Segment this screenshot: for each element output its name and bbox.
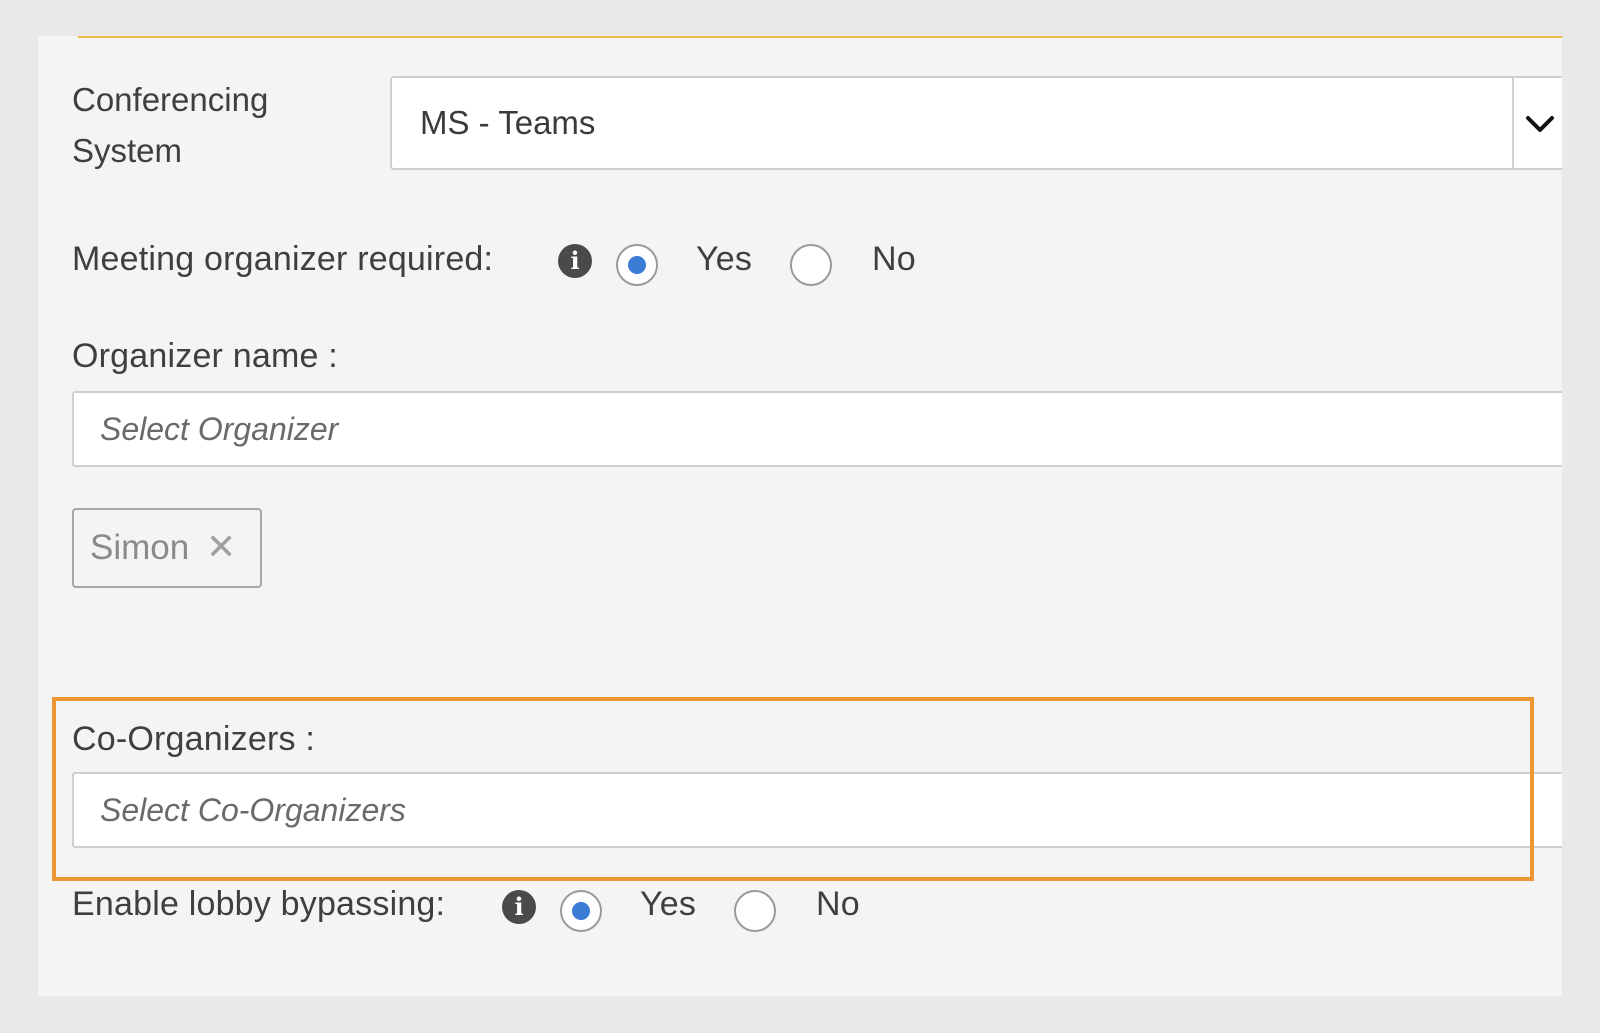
- meeting-organizer-yes-radio[interactable]: [616, 244, 658, 286]
- organizer-chip-simon: Simon ✕: [72, 508, 262, 588]
- select-divider: [1512, 78, 1514, 168]
- meeting-organizer-label: Meeting organizer required:: [72, 240, 494, 278]
- info-icon[interactable]: i: [502, 890, 536, 924]
- conferencing-system-value: MS - Teams: [420, 104, 596, 141]
- organizer-name-input[interactable]: Select Organizer: [72, 391, 1562, 467]
- conferencing-system-select[interactable]: MS - Teams: [390, 76, 1562, 170]
- organizer-name-placeholder: Select Organizer: [100, 411, 339, 447]
- meeting-organizer-no-radio[interactable]: [790, 244, 832, 286]
- lobby-bypass-yes-label[interactable]: Yes: [640, 885, 696, 924]
- lobby-bypass-label: Enable lobby bypassing:: [72, 885, 446, 923]
- lobby-bypass-yes-radio[interactable]: [560, 890, 602, 932]
- meeting-organizer-no-label[interactable]: No: [872, 240, 916, 279]
- close-icon[interactable]: ✕: [206, 526, 236, 568]
- lobby-bypass-no-radio[interactable]: [734, 890, 776, 932]
- conferencing-system-label: Conferencing System: [72, 74, 268, 176]
- conferencing-system-label-line2: System: [72, 132, 183, 169]
- organizer-name-label: Organizer name :: [72, 337, 338, 375]
- chevron-down-icon[interactable]: [1518, 104, 1562, 144]
- organizer-chip-label: Simon: [90, 528, 190, 567]
- meeting-organizer-yes-label[interactable]: Yes: [696, 240, 752, 279]
- conferencing-system-label-line1: Conferencing: [72, 81, 269, 118]
- panel-top-accent: [78, 36, 1562, 38]
- lobby-bypass-no-label[interactable]: No: [816, 885, 860, 924]
- co-organizers-highlight-box: [52, 697, 1534, 881]
- info-icon[interactable]: i: [558, 244, 592, 278]
